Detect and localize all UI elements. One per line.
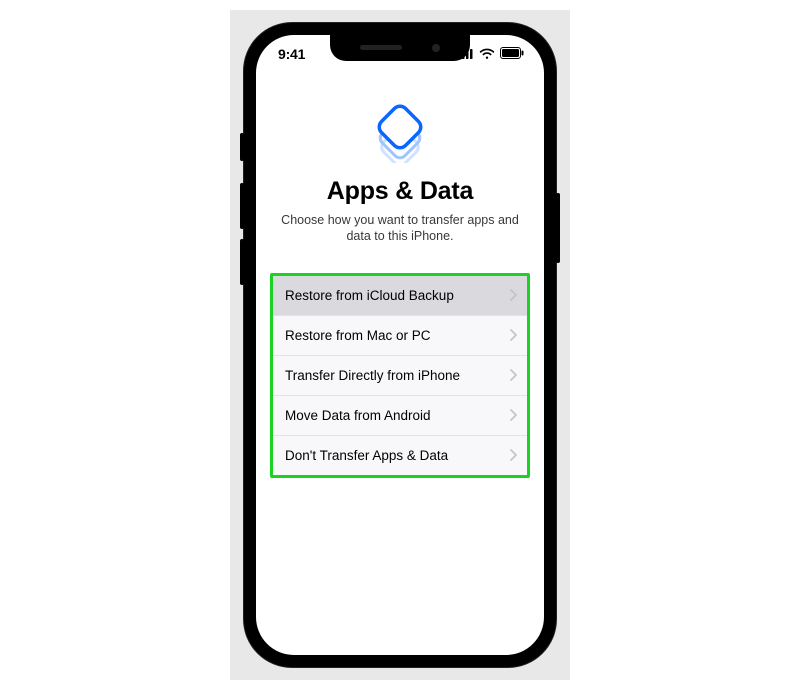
option-label: Don't Transfer Apps & Data <box>285 448 448 463</box>
phone-frame: 9:41 <box>244 23 556 667</box>
option-dont-transfer[interactable]: Don't Transfer Apps & Data <box>273 436 527 475</box>
option-label: Restore from iCloud Backup <box>285 288 454 303</box>
wifi-icon <box>479 46 495 62</box>
chevron-right-icon <box>510 369 517 383</box>
content: Apps & Data Choose how you want to trans… <box>256 73 544 479</box>
options-highlight-box: Restore from iCloud Backup Restore from … <box>270 273 530 478</box>
power-button <box>556 193 560 263</box>
chevron-right-icon <box>510 449 517 463</box>
volume-down-button <box>240 239 244 285</box>
battery-icon <box>500 46 524 62</box>
chevron-right-icon <box>510 409 517 423</box>
chevron-right-icon <box>510 329 517 343</box>
volume-up-button <box>240 183 244 229</box>
option-label: Transfer Directly from iPhone <box>285 368 460 383</box>
stage: 9:41 <box>0 0 800 689</box>
option-transfer-iphone[interactable]: Transfer Directly from iPhone <box>273 356 527 396</box>
option-restore-mac-pc[interactable]: Restore from Mac or PC <box>273 316 527 356</box>
option-label: Move Data from Android <box>285 408 431 423</box>
backdrop: 9:41 <box>230 10 570 680</box>
screen: 9:41 <box>256 35 544 655</box>
option-restore-icloud[interactable]: Restore from iCloud Backup <box>273 276 527 316</box>
apps-data-icon <box>368 99 432 163</box>
option-label: Restore from Mac or PC <box>285 328 431 343</box>
status-time: 9:41 <box>278 46 305 62</box>
page-subtitle: Choose how you want to transfer apps and… <box>270 212 530 246</box>
mute-switch <box>240 133 244 161</box>
speaker <box>360 45 402 50</box>
page-title: Apps & Data <box>270 177 530 206</box>
option-move-android[interactable]: Move Data from Android <box>273 396 527 436</box>
notch <box>330 35 470 61</box>
front-camera <box>432 44 440 52</box>
chevron-right-icon <box>510 289 517 303</box>
